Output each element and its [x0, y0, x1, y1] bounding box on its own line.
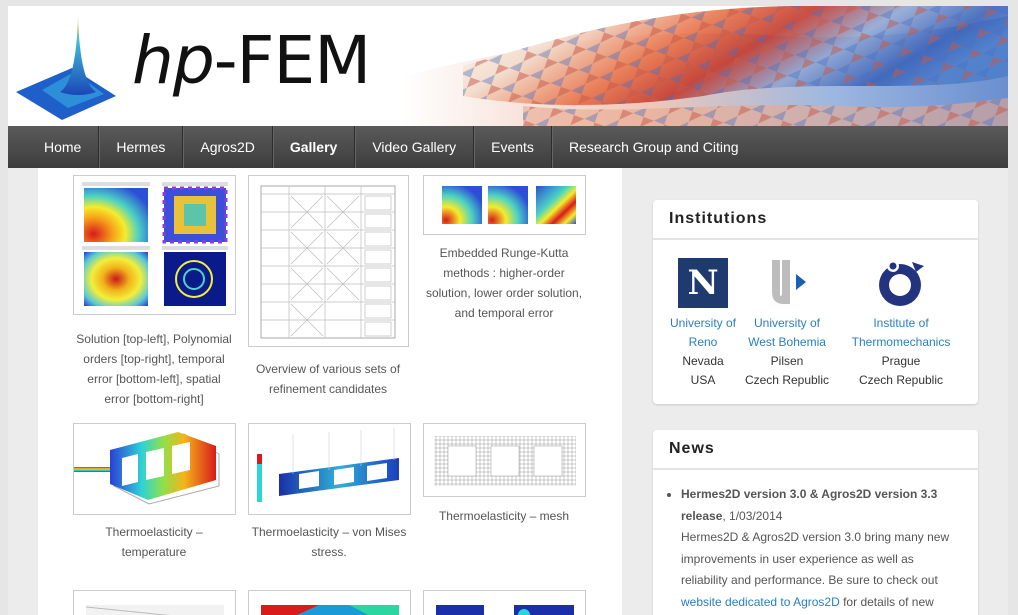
gallery-content: Solution [top-left], Polynomial orders […: [38, 168, 622, 615]
institution-reno-link[interactable]: University of Reno: [670, 316, 736, 349]
gallery-thumb-mesh[interactable]: [423, 423, 586, 497]
gallery-thumb-next-1[interactable]: [73, 590, 236, 615]
gallery-thumb-temperature[interactable]: [54, 423, 236, 515]
logo-spike-icon: [16, 16, 116, 120]
nav-events[interactable]: Events: [474, 126, 552, 168]
gallery-caption: Thermoelasticity – mesh: [438, 509, 570, 523]
institution-thermomechanics: Institute of Thermomechanics Prague Czech…: [841, 258, 961, 390]
nav-gallery[interactable]: Gallery: [273, 126, 356, 168]
news-date: , 1/03/2014: [722, 508, 783, 523]
news-text: Hermes2D & Agros2D version 3.0 bring man…: [681, 530, 950, 587]
gallery-thumb-runge-kutta[interactable]: [423, 175, 586, 235]
gallery-thumb-solution[interactable]: [73, 175, 236, 315]
gallery-caption: Solution [top-left], Polynomial orders […: [76, 332, 232, 406]
institution-thermomechanics-link[interactable]: Institute of Thermomechanics: [852, 316, 951, 349]
news-headline[interactable]: Hermes2D version 3.0 & Agros2D version 3…: [681, 487, 937, 523]
zcu-logo-icon[interactable]: [762, 258, 812, 308]
site-header: hp-FEM: [8, 6, 1008, 126]
gallery-caption: Thermoelasticity – temperature: [105, 525, 203, 559]
news-item: Hermes2D version 3.0 & Agros2D version 3…: [681, 484, 962, 613]
institution-reno: N University of Reno Nevada USA: [661, 258, 745, 390]
gallery-caption: Overview of various sets of refinement c…: [255, 362, 401, 396]
nav-home[interactable]: Home: [8, 126, 100, 168]
gallery-thumb-next-3[interactable]: [423, 590, 586, 615]
gallery-thumb-next-2[interactable]: [248, 590, 411, 615]
banner-image: [403, 6, 1008, 126]
gallery-caption: Thermoelasticity – von Mises stress.: [251, 525, 407, 559]
news-title: News: [653, 430, 978, 470]
it-logo-icon[interactable]: [876, 258, 926, 308]
news-body: Hermes2D version 3.0 & Agros2D version 3…: [653, 470, 978, 613]
news-widget: News Hermes2D version 3.0 & Agros2D vers…: [653, 430, 978, 615]
site-logo[interactable]: hp-FEM: [132, 28, 371, 94]
institution-west-bohemia: University of West Bohemia Pilsen Czech R…: [739, 258, 835, 390]
institutions-widget: Institutions N University of Reno Nevada …: [653, 200, 978, 404]
gallery-caption: Embedded Runge-Kutta methods : higher-or…: [425, 246, 583, 320]
gallery-thumb-von-mises[interactable]: [248, 423, 411, 515]
institutions-title: Institutions: [653, 200, 978, 240]
agros2d-website-link[interactable]: website dedicated to Agros2D: [681, 595, 840, 609]
institution-west-bohemia-link[interactable]: University of West Bohemia: [748, 316, 826, 349]
nav-hermes[interactable]: Hermes: [99, 126, 184, 168]
nav-agros2d[interactable]: Agros2D: [183, 126, 273, 168]
page: hp-FEM Home Hermes Agros2D Gallery Video…: [8, 6, 1008, 615]
nav-research-group[interactable]: Research Group and Citing: [552, 126, 756, 168]
nav-video-gallery[interactable]: Video Gallery: [355, 126, 475, 168]
unr-logo-icon[interactable]: N: [678, 258, 728, 308]
gallery-thumb-refinement[interactable]: [248, 175, 409, 347]
main-nav: Home Hermes Agros2D Gallery Video Galler…: [8, 126, 1008, 168]
